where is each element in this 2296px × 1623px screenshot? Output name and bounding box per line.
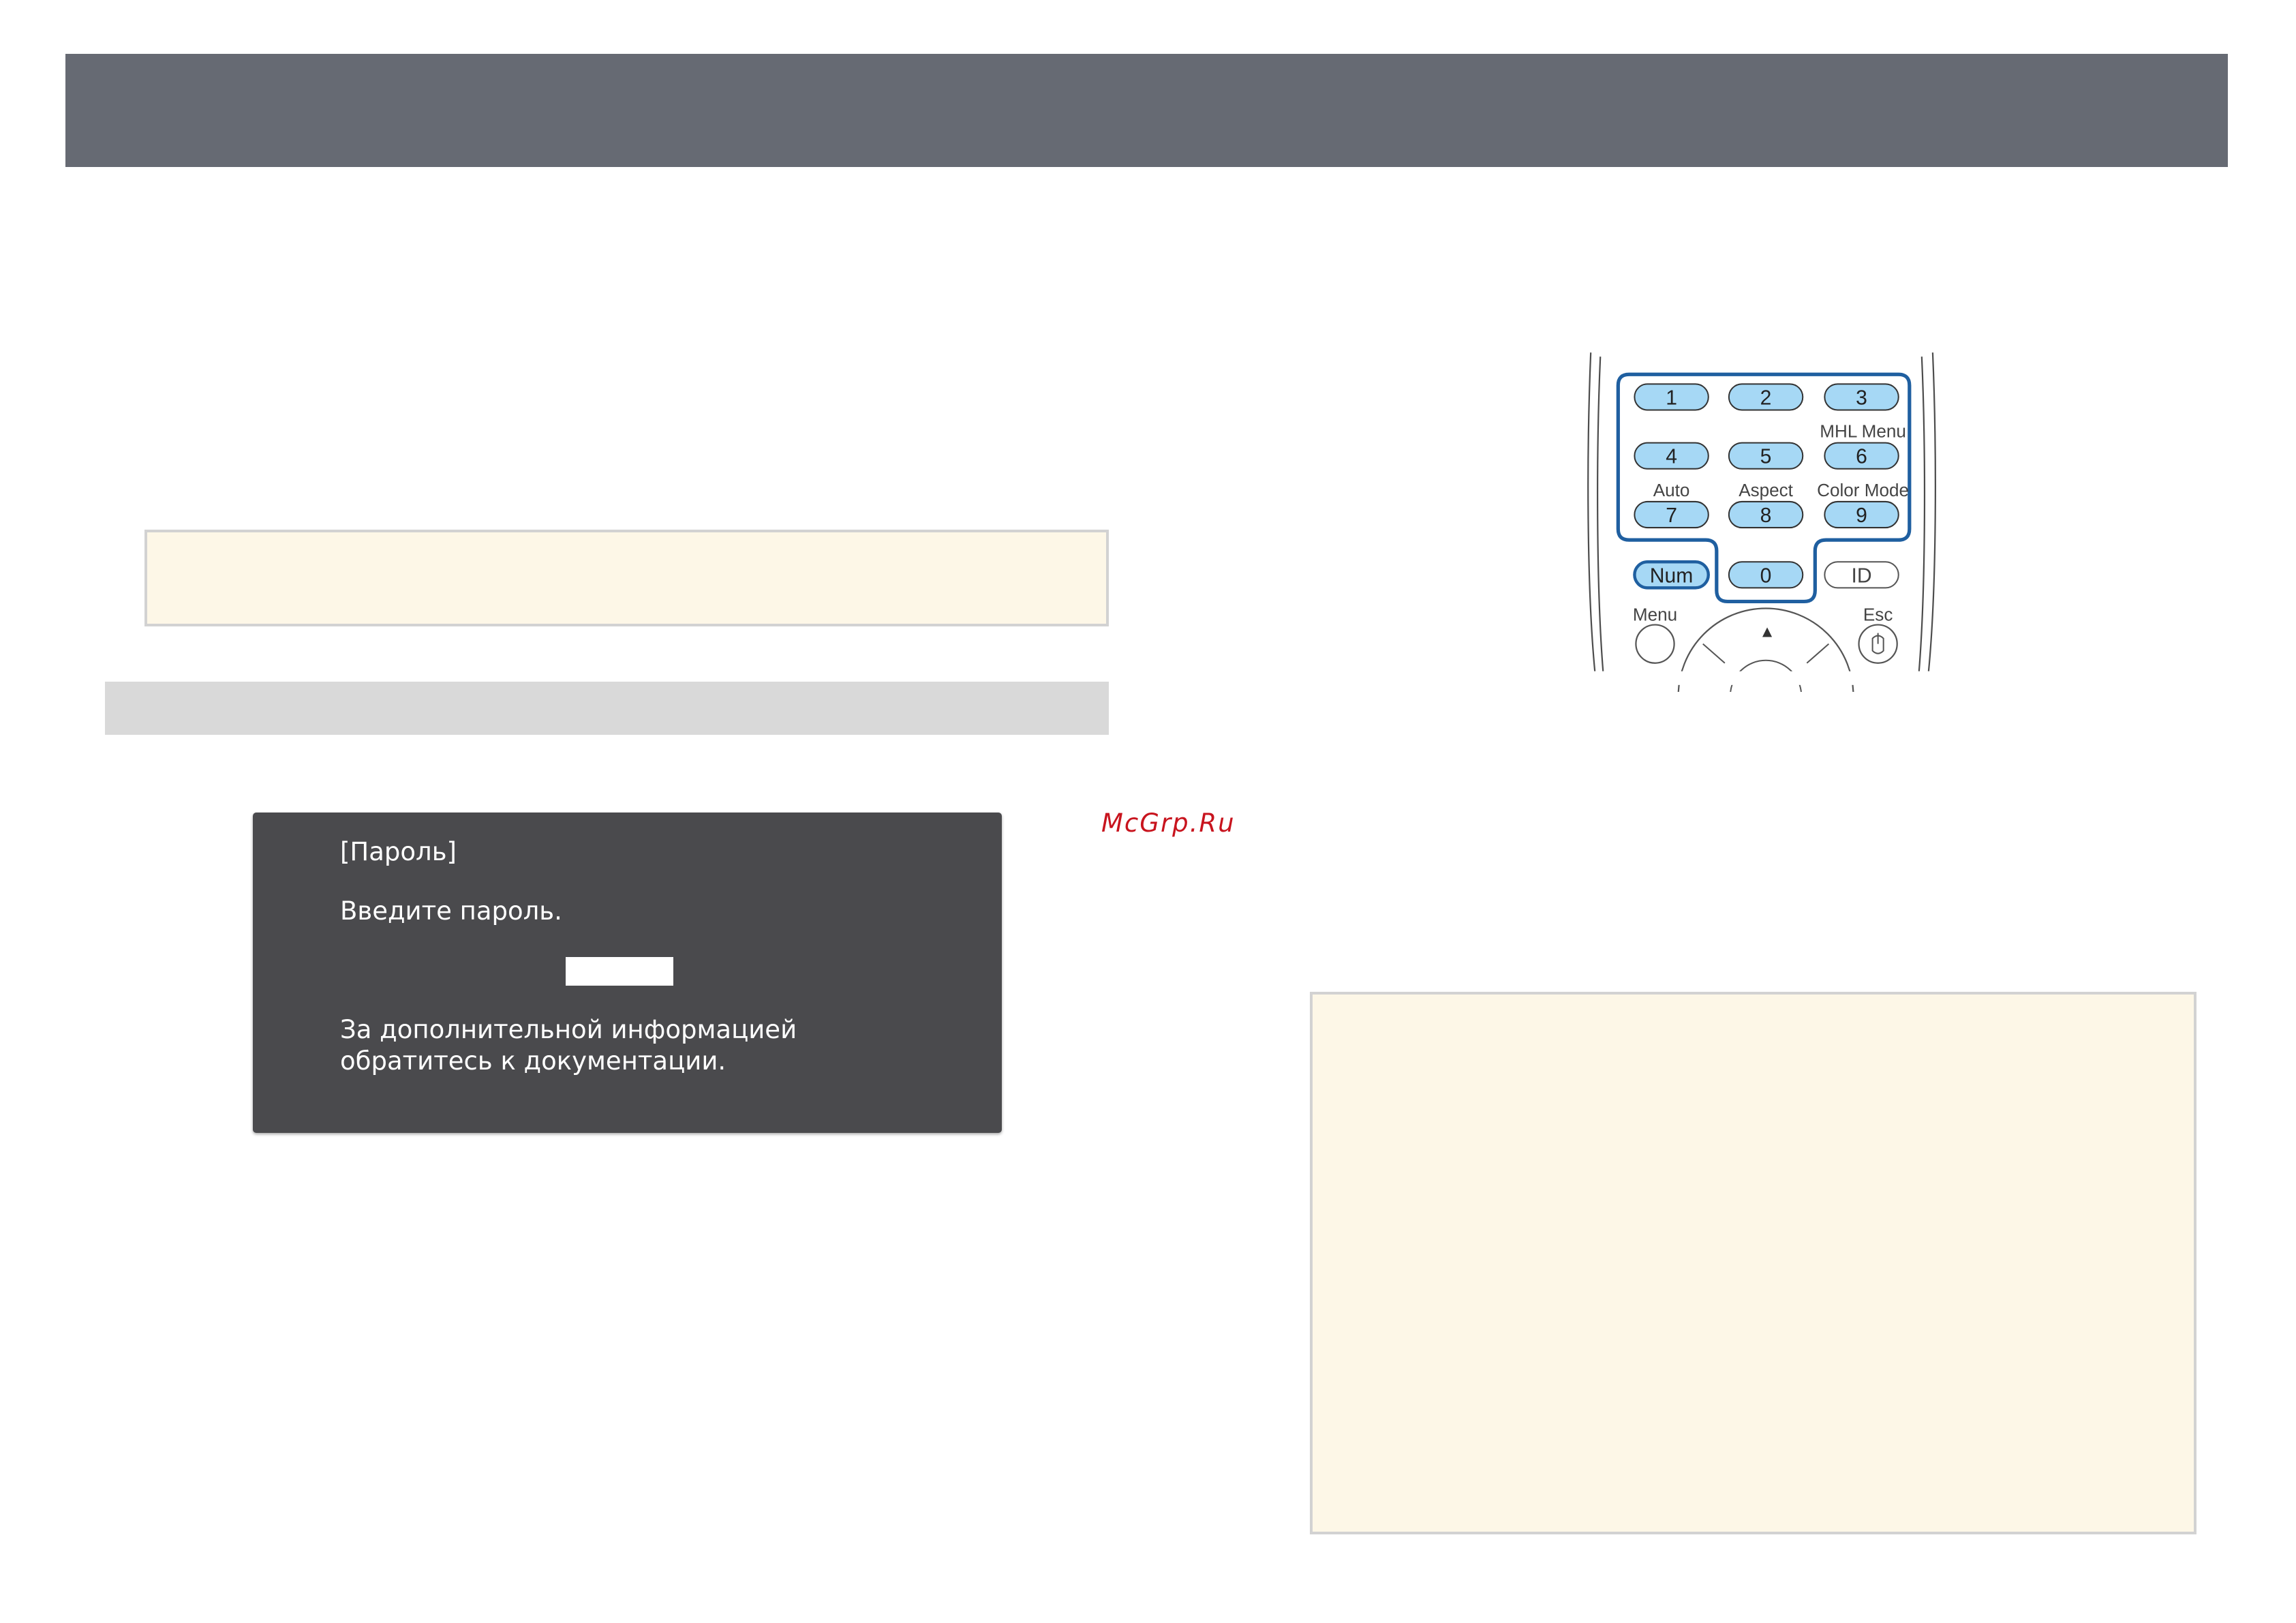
- key-7[interactable]: 7: [1634, 500, 1709, 529]
- key-8-label: 8: [1760, 504, 1772, 527]
- menu-button[interactable]: [1635, 624, 1675, 664]
- remote-body-left-edge: [1587, 352, 1596, 671]
- remote-body-right-edge: [1927, 352, 1936, 671]
- key-6-label: 6: [1856, 446, 1867, 468]
- label-auto: Auto: [1653, 480, 1690, 500]
- key-8[interactable]: 8: [1728, 500, 1804, 529]
- key-num-label: Num: [1650, 564, 1694, 587]
- dialog-info-line-1: За дополнительной информацией: [340, 1015, 797, 1044]
- key-4[interactable]: 4: [1634, 442, 1709, 470]
- key-1-label: 1: [1666, 386, 1677, 409]
- password-dialog: [Пароль] Введите пароль. За дополнительн…: [253, 813, 1002, 1133]
- note-box-right: [1310, 992, 2196, 1534]
- label-color-mode: Color Mode: [1817, 480, 1909, 500]
- key-id-label: ID: [1852, 564, 1872, 587]
- remote-body-right-inner-edge: [1918, 357, 1926, 671]
- label-esc: Esc: [1863, 605, 1893, 625]
- key-5-label: 5: [1760, 446, 1772, 468]
- esc-button[interactable]: [1858, 624, 1898, 664]
- section-heading-bar: [105, 682, 1109, 735]
- key-1[interactable]: 1: [1634, 383, 1709, 411]
- key-0[interactable]: 0: [1728, 561, 1804, 589]
- key-9-label: 9: [1856, 504, 1867, 527]
- key-5[interactable]: 5: [1728, 442, 1804, 470]
- password-input[interactable]: [566, 957, 673, 986]
- key-num[interactable]: Num: [1633, 560, 1710, 590]
- remote-control-illustration: 1 2 3 MHL Menu 4 5 6 Auto Aspect Color M…: [1554, 352, 1950, 692]
- dialog-info-line-2: обратитесь к документации.: [340, 1046, 726, 1076]
- key-7-label: 7: [1666, 504, 1677, 527]
- watermark: McGrp.Ru: [1101, 808, 1236, 838]
- key-3[interactable]: 3: [1824, 383, 1899, 411]
- key-9[interactable]: 9: [1824, 500, 1899, 529]
- key-2[interactable]: 2: [1728, 383, 1804, 411]
- key-2-label: 2: [1760, 386, 1772, 409]
- remote-body-left-inner-edge: [1597, 357, 1604, 671]
- label-mhl-menu: MHL Menu: [1820, 421, 1906, 442]
- key-id[interactable]: ID: [1824, 561, 1899, 589]
- note-box: [144, 530, 1109, 626]
- label-aspect: Aspect: [1739, 480, 1793, 500]
- up-arrow-icon: ▲: [1759, 623, 1775, 641]
- password-prompt: Введите пароль.: [340, 896, 562, 926]
- label-menu: Menu: [1633, 605, 1677, 625]
- key-6[interactable]: 6: [1824, 442, 1899, 470]
- key-0-label: 0: [1760, 564, 1772, 587]
- dialog-title: [Пароль]: [340, 837, 457, 866]
- key-3-label: 3: [1856, 386, 1867, 409]
- key-4-label: 4: [1666, 446, 1677, 468]
- page-header-bar: [65, 54, 2228, 167]
